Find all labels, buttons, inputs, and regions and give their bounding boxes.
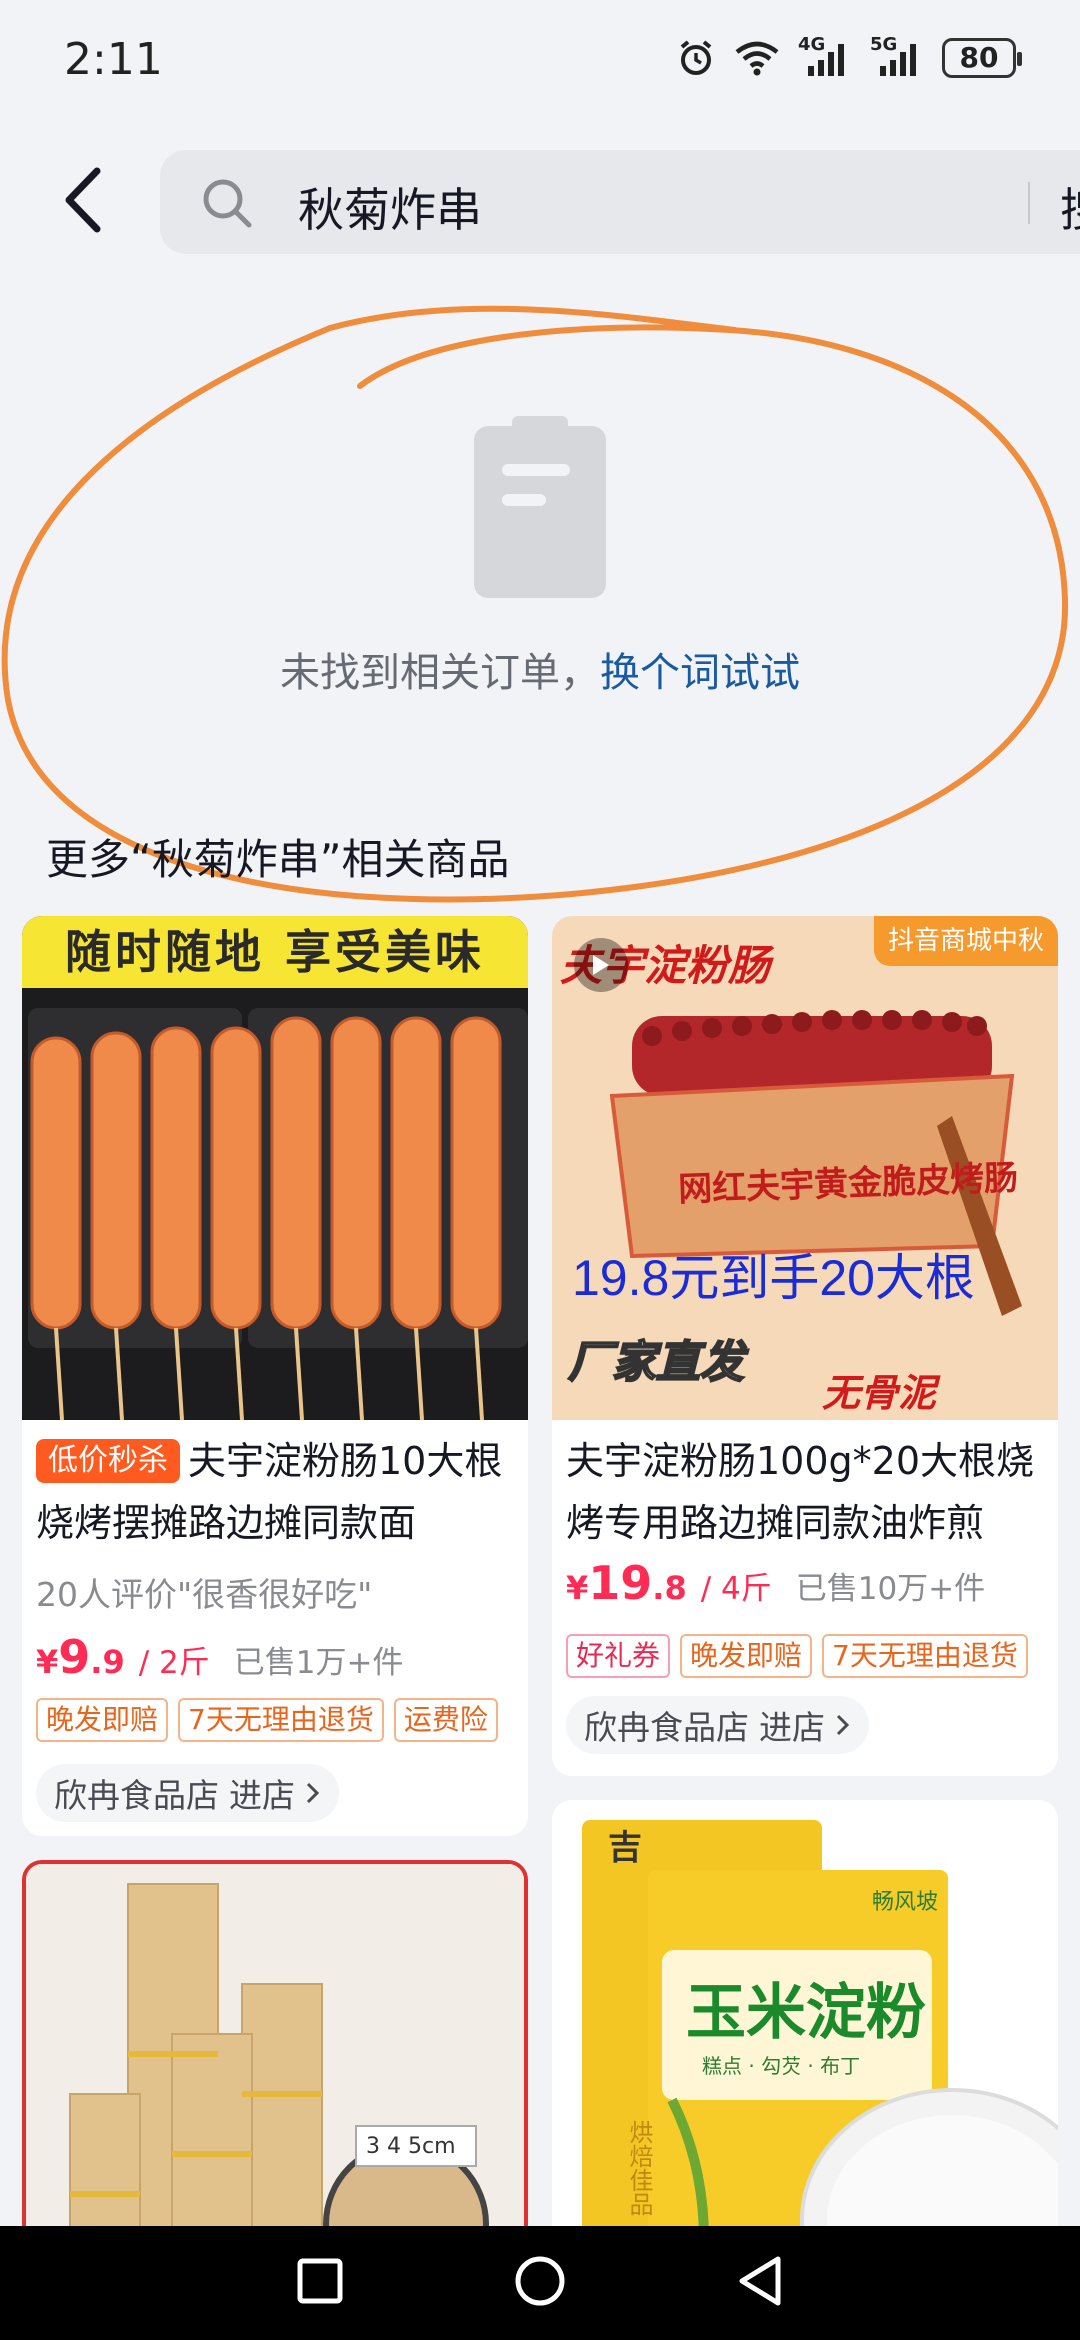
ruler-text: 3 4 5cm	[366, 2134, 456, 2159]
related-products-title: 更多“秋菊炸串”相关商品	[46, 835, 510, 884]
feature-text: 无骨泥	[822, 1371, 937, 1415]
back-button[interactable]	[42, 160, 122, 240]
product-pack-subtext: 糕点 · 勾芡 · 布丁	[702, 2054, 861, 2078]
chevron-left-icon	[65, 167, 101, 233]
retry-link[interactable]: 换个词试试	[600, 650, 800, 696]
product-tag: 7天无理由退货	[822, 1634, 1028, 1678]
clipboard-icon	[474, 416, 606, 598]
product-title: 低价秒杀 夫宇淀粉肠10大根烧烤摆摊路边摊同款面	[36, 1430, 514, 1554]
battery-icon: 80	[942, 38, 1022, 78]
product-card[interactable]: 随时随地 享受美味 低价秒杀 夫宇淀粉肠10大根烧烤摆摊路边摊同款面 20人评价…	[22, 916, 528, 1836]
price-row: ¥19.8 / 4斤 已售10万+件	[566, 1556, 985, 1610]
brand-small-text: 吉	[608, 1828, 642, 1868]
search-icon	[203, 179, 252, 228]
price-row: ¥9.9 / 2斤 已售1万+件	[36, 1630, 403, 1684]
back-nav-icon	[739, 2256, 781, 2306]
product-image: 夫宇淀粉肠 抖音商城中秋 网红夫宇黄金脆皮烤肠 19.8元到手20大根 厂家直发…	[552, 916, 1058, 1420]
chevron-right-icon	[836, 1714, 850, 1736]
product-image: 吉 畅风坡 玉米淀粉 糕点 · 勾芡 · 布丁 烘焙佳品	[552, 1800, 1058, 2280]
price-unit: / 2斤	[138, 1645, 210, 1681]
shop-link[interactable]: 欣冉食品店 进店	[36, 1764, 339, 1822]
product-price: ¥9.9	[36, 1630, 125, 1684]
search-header: 秋菊炸串 搜	[0, 140, 1080, 260]
product-tag: 晚发即赔	[36, 1698, 169, 1742]
product-side-text: 烘焙佳品	[625, 2120, 653, 2216]
skewer-bundle-photo	[26, 1864, 524, 2276]
status-time: 2:11	[64, 34, 163, 85]
back-nav-button[interactable]	[736, 2255, 784, 2311]
recent-apps-icon	[297, 2258, 343, 2304]
product-tags: 好礼券 晚发即赔 7天无理由退货	[566, 1634, 1028, 1678]
alarm-icon	[680, 40, 712, 75]
signal-icon: 4G	[798, 34, 852, 78]
status-icons: 4G 5G 80	[676, 34, 1022, 78]
search-divider	[1028, 182, 1030, 224]
flash-sale-badge: 低价秒杀	[36, 1439, 180, 1483]
system-nav-bar	[0, 2226, 1080, 2340]
product-title: 夫宇淀粉肠100g*20大根烧烤专用路边摊同款油炸煎	[566, 1439, 1035, 1545]
search-query-text: 秋菊炸串	[298, 183, 482, 237]
product-price: ¥19.8	[566, 1556, 687, 1610]
empty-message-text: 未找到相关订单，	[280, 650, 600, 696]
product-image: 3 4 5cm	[26, 1864, 524, 2276]
brand-logo-text: 畅风坡	[872, 1890, 939, 1915]
home-icon	[515, 2256, 565, 2306]
product-card[interactable]: 夫宇淀粉肠 抖音商城中秋 网红夫宇黄金脆皮烤肠 19.8元到手20大根 厂家直发…	[552, 916, 1058, 1776]
product-pack-name: 玉米淀粉	[686, 1978, 926, 2048]
sold-count: 已售10万+件	[795, 1571, 986, 1607]
shop-name: 欣冉食品店	[584, 1708, 749, 1747]
chevron-right-icon	[306, 1782, 320, 1804]
price-unit: / 4斤	[700, 1571, 772, 1607]
product-promo-text: 19.8元到手20大根	[572, 1250, 975, 1306]
product-tag: 好礼券	[566, 1634, 671, 1678]
product-tags: 晚发即赔 7天无理由退货 运费险	[36, 1698, 498, 1742]
product-review: 20人评价"很香很好吃"	[36, 1575, 373, 1614]
enter-shop-label: 进店	[759, 1708, 825, 1747]
sausage-photo	[22, 988, 528, 1420]
product-image: 随时随地 享受美味	[22, 916, 528, 1420]
enter-shop-label: 进店	[229, 1776, 295, 1815]
search-input[interactable]: 秋菊炸串 搜	[160, 150, 1080, 254]
home-button[interactable]	[514, 2255, 566, 2311]
product-tag: 运费险	[393, 1698, 498, 1742]
signal-icon-2: 5G	[870, 34, 924, 78]
product-tag: 7天无理由退货	[178, 1698, 384, 1742]
shop-link[interactable]: 欣冉食品店 进店	[566, 1696, 869, 1754]
product-banner: 随时随地 享受美味	[22, 916, 528, 988]
product-banner-text: 随时随地 享受美味	[64, 925, 485, 979]
shop-name: 欣冉食品店	[54, 1776, 219, 1815]
product-card[interactable]: 3 4 5cm	[22, 1860, 528, 2280]
search-button[interactable]: 搜	[1060, 174, 1080, 240]
recent-apps-button[interactable]	[296, 2257, 344, 2309]
empty-message: 未找到相关订单，换个词试试	[0, 640, 1080, 698]
factory-direct-text: 厂家直发	[567, 1336, 745, 1389]
status-bar: 2:11 4G 5G 80	[0, 0, 1080, 120]
product-card[interactable]: 吉 畅风坡 玉米淀粉 糕点 · 勾芡 · 布丁 烘焙佳品	[552, 1800, 1058, 2280]
wifi-icon	[735, 41, 779, 76]
product-tag: 晚发即赔	[680, 1634, 813, 1678]
sold-count: 已售1万+件	[233, 1645, 404, 1681]
